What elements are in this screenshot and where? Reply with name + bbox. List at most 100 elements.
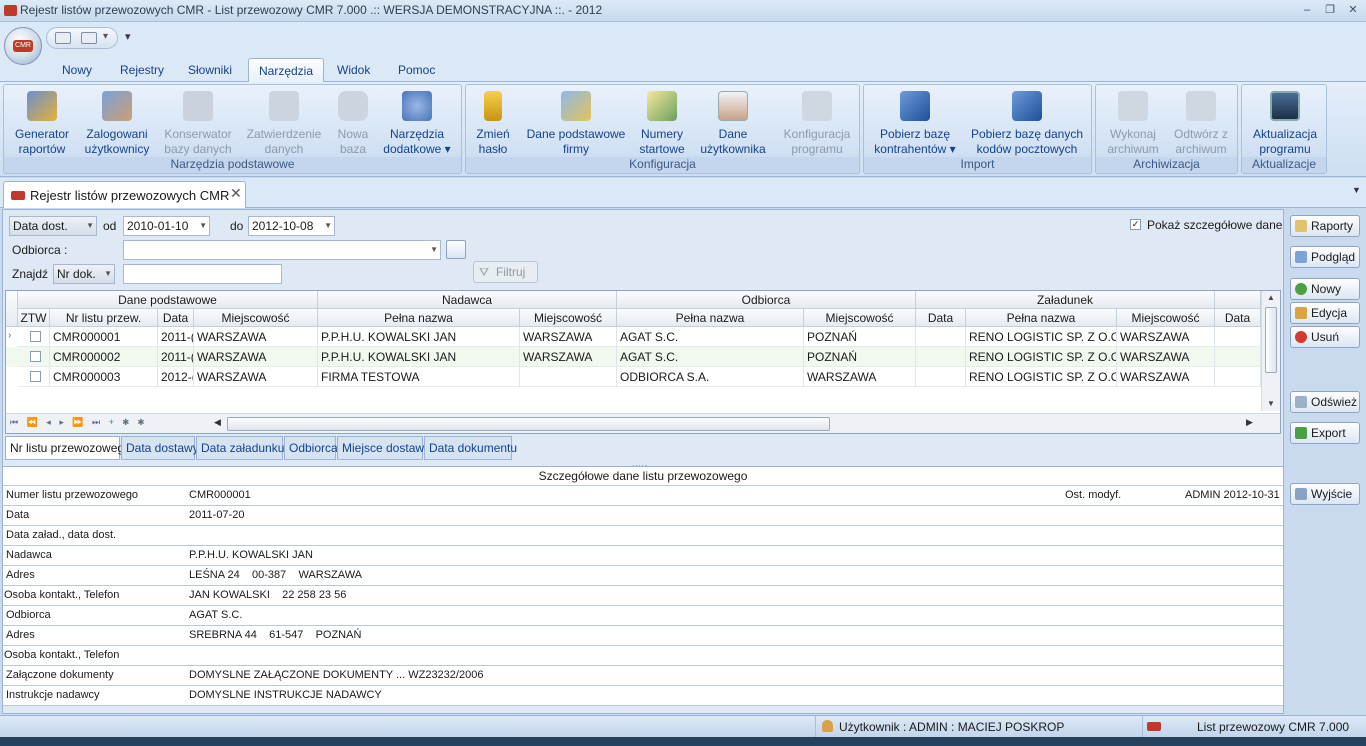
detail-row: Data 2011-07-20 bbox=[3, 506, 1283, 526]
find-label: Znajdź bbox=[12, 267, 49, 281]
from-date-input[interactable]: 2010-01-10 ▼ bbox=[123, 216, 210, 236]
logged-users-button[interactable]: Zalogowani użytkownicy bbox=[80, 89, 154, 157]
ztw-checkbox[interactable] bbox=[29, 371, 41, 382]
detail-row: Instrukcje nadawcy DOMYSLNE INSTRUKCJE NA… bbox=[3, 686, 1283, 706]
program-config-button[interactable]: Konfiguracja programu bbox=[780, 89, 854, 157]
filter-button[interactable]: ⛛ Filtruj bbox=[473, 261, 538, 283]
date-type-select[interactable]: Data dost. ▼ bbox=[9, 216, 97, 236]
tab-miejsce-dostawy[interactable]: Miejsce dostawy bbox=[337, 436, 430, 460]
show-details-checkbox[interactable]: ✓ bbox=[1130, 219, 1141, 230]
tab-nowy[interactable]: Nowy bbox=[52, 58, 102, 82]
column-header[interactable]: Miejscowość bbox=[1117, 309, 1215, 327]
tab-nr-listu[interactable]: Nr listu przewozowego bbox=[5, 436, 131, 460]
status-user-panel: Użytkownik : ADMIN : MACIEJ POSKROP bbox=[815, 716, 1143, 737]
group-import: Pobierz bazę kontrahentów ▾ Pobierz bazę … bbox=[863, 84, 1092, 174]
ztw-cell[interactable] bbox=[18, 367, 50, 387]
tab-pomoc[interactable]: Pomoc bbox=[388, 58, 445, 82]
recipient-select[interactable]: ▼ bbox=[123, 240, 441, 260]
column-header[interactable]: ZTW bbox=[18, 309, 50, 327]
export-button[interactable]: Export bbox=[1290, 422, 1360, 444]
delete-button[interactable]: Usuń bbox=[1290, 326, 1360, 348]
tab-rejestry[interactable]: Rejestry bbox=[110, 58, 174, 82]
download-contractors-button[interactable]: Pobierz bazę kontrahentów ▾ bbox=[874, 89, 956, 157]
minimize-button[interactable]: – bbox=[1296, 2, 1318, 19]
company-data-button[interactable]: Dane podstawowe firmy bbox=[524, 89, 628, 157]
detail-value: CMR000001 bbox=[189, 489, 251, 501]
to-date-input[interactable]: 2012-10-08 ▼ bbox=[248, 216, 335, 236]
database-maintenance-button[interactable]: Konserwator bazy danych bbox=[162, 89, 234, 157]
table-cell: 2012-( bbox=[158, 367, 194, 387]
find-field-select[interactable]: Nr dok. ▼ bbox=[53, 264, 115, 284]
database-maintenance-icon bbox=[183, 91, 213, 121]
table-cell: 2011-( bbox=[158, 327, 194, 347]
table-row[interactable]: CMR000003 2012-( WARSZAWA FIRMA TESTOWA … bbox=[6, 367, 1261, 387]
scroll-right-icon[interactable]: ▶ bbox=[1246, 417, 1253, 428]
tab-slowniki[interactable]: Słowniki bbox=[178, 58, 242, 82]
tab-narzedzia[interactable]: Narzędzia bbox=[248, 58, 325, 82]
users-icon bbox=[102, 91, 132, 121]
report-generator-button[interactable]: Generator raportów bbox=[12, 89, 72, 157]
column-header[interactable]: Pełna nazwa bbox=[318, 309, 520, 327]
horizontal-scroll-thumb[interactable] bbox=[227, 417, 830, 431]
group-label: Archiwizacja bbox=[1096, 157, 1237, 172]
edit-button[interactable]: Edycja bbox=[1290, 302, 1360, 324]
refresh-button[interactable]: Odśwież bbox=[1290, 391, 1360, 413]
column-header[interactable]: Data bbox=[916, 309, 966, 327]
approve-data-button[interactable]: Zatwierdzenie danych bbox=[242, 89, 326, 157]
application-menu-button[interactable]: CMR bbox=[4, 27, 42, 65]
download-postcodes-button[interactable]: Pobierz bazę danych kodów pocztowych bbox=[968, 89, 1086, 157]
address-book-icon[interactable] bbox=[446, 240, 466, 259]
additional-tools-button[interactable]: Narzędzia dodatkowe ▾ bbox=[380, 89, 454, 157]
tabs-menu-icon[interactable]: ▼ bbox=[1352, 185, 1361, 195]
tab-data-zaladunku[interactable]: Data załadunku bbox=[196, 436, 284, 460]
ztw-cell[interactable] bbox=[18, 347, 50, 367]
scroll-thumb[interactable] bbox=[1265, 307, 1277, 373]
scroll-down-icon[interactable]: ▼ bbox=[1267, 399, 1275, 408]
scroll-up-icon[interactable]: ▲ bbox=[1267, 293, 1275, 302]
layout-dropdown-icon[interactable]: ▾ bbox=[103, 31, 108, 42]
tab-data-dostawy[interactable]: Data dostawy bbox=[121, 436, 199, 460]
column-header[interactable]: Pełna nazwa bbox=[966, 309, 1117, 327]
vertical-scrollbar[interactable]: ▲ ▼ bbox=[1261, 291, 1280, 411]
column-header[interactable]: Pełna nazwa bbox=[617, 309, 804, 327]
restore-archive-button[interactable]: Odtwórz z archiwum bbox=[1170, 89, 1232, 157]
table-row[interactable]: CMR000002 2011-( WARSZAWA P.P.H.U. KOWAL… bbox=[6, 347, 1261, 367]
column-header[interactable]: Miejscowość bbox=[520, 309, 617, 327]
user-data-button[interactable]: Dane użytkownika bbox=[696, 89, 770, 157]
home-icon bbox=[1295, 488, 1307, 500]
column-header[interactable]: Miejscowość bbox=[804, 309, 916, 327]
scroll-left-icon[interactable]: ◀ bbox=[214, 417, 221, 428]
tab-cmr-register[interactable]: Rejestr listów przewozowych CMR ✕ bbox=[3, 181, 246, 208]
create-archive-button[interactable]: Wykonaj archiwum bbox=[1102, 89, 1164, 157]
quick-access-toolbar bbox=[0, 22, 1366, 54]
cmr-document-icon[interactable] bbox=[55, 32, 71, 44]
customize-qat-button[interactable]: ▾ bbox=[125, 30, 131, 43]
preview-button[interactable]: Podgląd bbox=[1290, 246, 1360, 268]
column-header[interactable]: Data bbox=[1215, 309, 1261, 327]
start-numbers-button[interactable]: Numery startowe bbox=[636, 89, 688, 157]
exit-button[interactable]: Wyjście bbox=[1290, 483, 1360, 505]
new-button[interactable]: Nowy bbox=[1290, 278, 1360, 300]
new-database-button[interactable]: Nowa baza bbox=[332, 89, 374, 157]
maximize-button[interactable]: ❐ bbox=[1319, 2, 1341, 19]
column-header[interactable]: Nr listu przew. bbox=[50, 309, 158, 327]
update-program-button[interactable]: Aktualizacja programu bbox=[1246, 89, 1324, 157]
find-input[interactable] bbox=[123, 264, 282, 284]
ztw-cell[interactable] bbox=[18, 327, 50, 347]
reports-button[interactable]: Raporty bbox=[1290, 215, 1360, 237]
layout-icon[interactable] bbox=[81, 32, 97, 44]
close-tab-button[interactable]: ✕ bbox=[230, 185, 242, 202]
close-window-button[interactable]: ✕ bbox=[1342, 2, 1364, 19]
column-header[interactable]: Data bbox=[158, 309, 194, 327]
ztw-checkbox[interactable] bbox=[29, 351, 41, 362]
ztw-checkbox[interactable] bbox=[29, 331, 41, 342]
change-password-button[interactable]: Zmień hasło bbox=[472, 89, 514, 157]
tab-data-dokumentu[interactable]: Data dokumentu bbox=[424, 436, 517, 460]
tab-widok[interactable]: Widok bbox=[327, 58, 380, 82]
table-row[interactable]: › CMR000001 2011-( WARSZAWA P.P.H.U. KOW… bbox=[6, 327, 1261, 347]
row-indicator-header bbox=[6, 291, 18, 327]
reports-icon bbox=[1295, 220, 1307, 232]
record-navigator[interactable]: ⏮ ⏪ ◂ ▸ ⏩ ⏭ + ✱ ✱ bbox=[10, 417, 147, 428]
column-header[interactable]: Miejscowość bbox=[194, 309, 318, 327]
tab-odbiorca[interactable]: Odbiorca bbox=[284, 436, 338, 460]
